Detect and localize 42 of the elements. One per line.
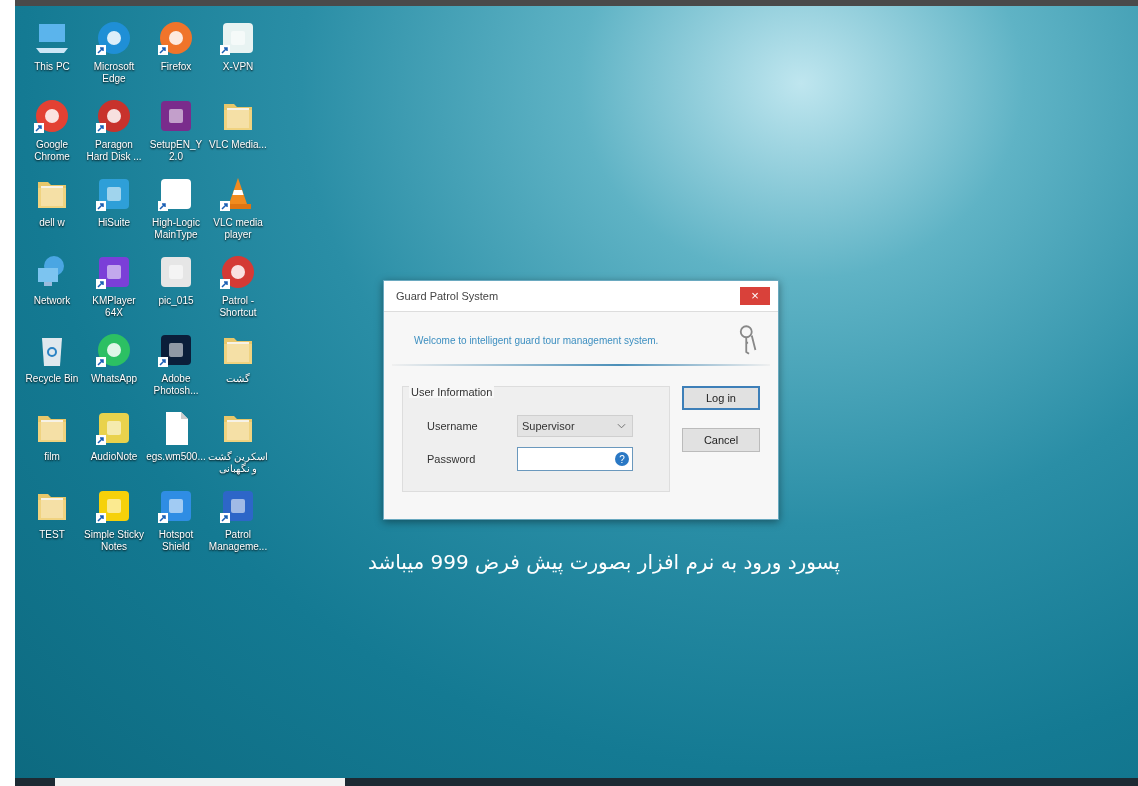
desktop-shortcut[interactable]: VLC media player bbox=[207, 174, 269, 252]
desktop-shortcut[interactable]: Recycle Bin bbox=[21, 330, 83, 408]
desktop-shortcut[interactable]: Patrol Manageme... bbox=[207, 486, 269, 564]
desktop-shortcut[interactable]: This PC bbox=[21, 18, 83, 96]
desktop-shortcut[interactable]: pic_015 bbox=[145, 252, 207, 330]
password-field[interactable]: ? bbox=[517, 447, 633, 471]
close-button[interactable]: × bbox=[740, 287, 770, 305]
desktop-shortcut[interactable]: HiSuite bbox=[83, 174, 145, 252]
caption-text: پسورد ورود به نرم افزار بصورت پیش فرض 999 میباشد bbox=[367, 550, 841, 574]
desktop-shortcut[interactable]: SetupEN_Y 2.0 bbox=[145, 96, 207, 174]
desktop-shortcut[interactable]: گشت bbox=[207, 330, 269, 408]
desktop-shortcut[interactable]: WhatsApp bbox=[83, 330, 145, 408]
desktop-shortcut[interactable]: Network bbox=[21, 252, 83, 330]
password-label: Password bbox=[427, 453, 477, 465]
cancel-button[interactable]: Cancel bbox=[682, 428, 760, 452]
desktop-shortcut[interactable]: egs.wm500... bbox=[145, 408, 207, 486]
desktop-shortcut[interactable]: KMPlayer 64X bbox=[83, 252, 145, 330]
desktop-shortcut[interactable]: Simple Sticky Notes bbox=[83, 486, 145, 564]
desktop-shortcut[interactable]: AudioNote bbox=[83, 408, 145, 486]
desktop-shortcut[interactable]: High-Logic MainType bbox=[145, 174, 207, 252]
desktop-shortcut[interactable]: Paragon Hard Disk ... bbox=[83, 96, 145, 174]
desktop-shortcut[interactable]: Google Chrome bbox=[21, 96, 83, 174]
desktop-shortcut[interactable]: Firefox bbox=[145, 18, 207, 96]
desktop-shortcut[interactable]: Hotspot Shield bbox=[145, 486, 207, 564]
login-button[interactable]: Log in bbox=[682, 386, 760, 410]
chevron-down-icon bbox=[617, 423, 626, 429]
group-title: User Information bbox=[409, 386, 495, 398]
desktop-shortcut[interactable]: Adobe Photosh... bbox=[145, 330, 207, 408]
welcome-text: Welcome to intelligent guard tour management system. bbox=[414, 334, 659, 346]
username-dropdown[interactable]: Supervisor bbox=[517, 415, 633, 437]
desktop-shortcut[interactable]: Patrol - Shortcut bbox=[207, 252, 269, 330]
username-label: Username bbox=[427, 420, 479, 432]
help-icon[interactable]: ? bbox=[615, 452, 629, 466]
desktop-shortcut[interactable]: X-VPN bbox=[207, 18, 269, 96]
window-title: Guard Patrol System bbox=[396, 290, 499, 302]
desktop-shortcut[interactable]: اسکرین گشت و نگهبانی bbox=[207, 408, 269, 486]
desktop-shortcut[interactable]: dell w bbox=[21, 174, 83, 252]
desktop-shortcut[interactable]: film bbox=[21, 408, 83, 486]
desktop-shortcut[interactable]: VLC Media... bbox=[207, 96, 269, 174]
desktop-shortcut[interactable]: TEST bbox=[21, 486, 83, 564]
taskbar-search-field[interactable] bbox=[55, 778, 345, 786]
desktop-shortcut[interactable]: Microsoft Edge bbox=[83, 18, 145, 96]
